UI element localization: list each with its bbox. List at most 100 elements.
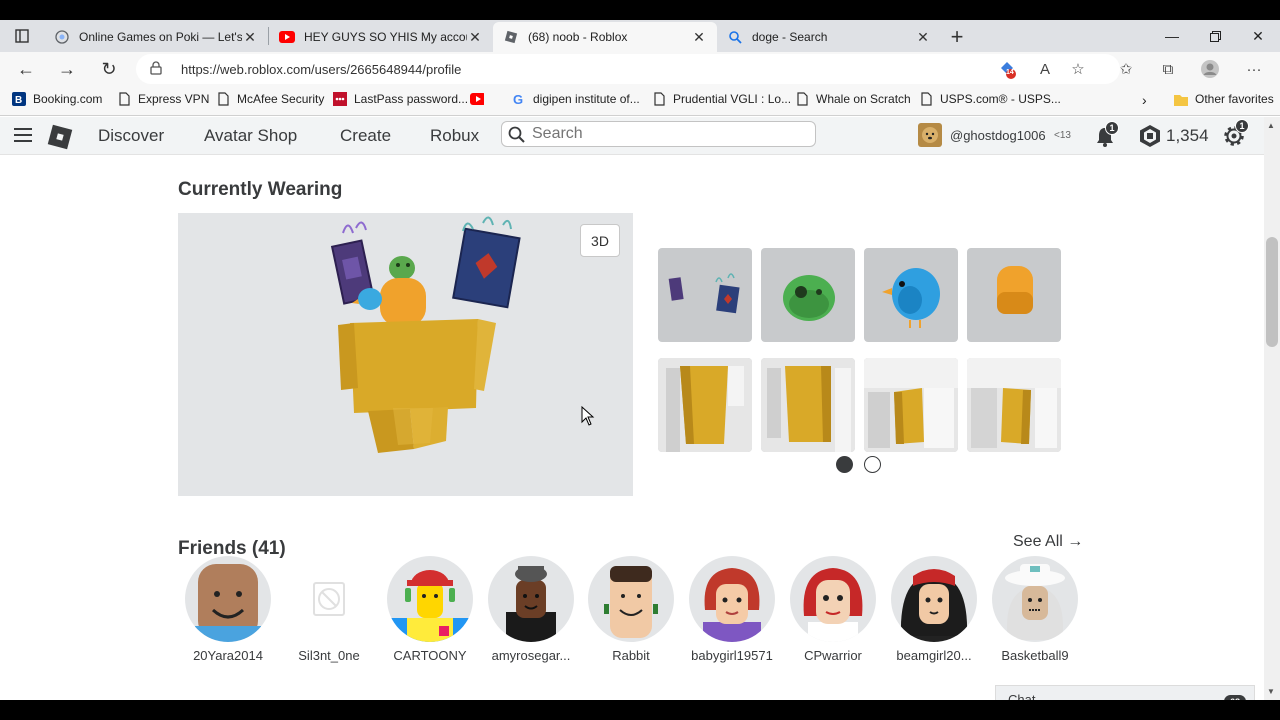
favorite-item[interactable]: Prudential VGLI : Lo... bbox=[652, 92, 791, 106]
view-3d-button[interactable]: 3D bbox=[580, 224, 620, 257]
friend-card[interactable]: CPwarrior bbox=[783, 556, 883, 663]
friend-card[interactable]: babygirl19571 bbox=[682, 556, 782, 663]
friend-card[interactable]: beamgirl20... bbox=[884, 556, 984, 663]
item-thumbnail[interactable] bbox=[967, 358, 1061, 452]
browser-window: Online Games on Poki — Let's p ✕ HEY GUY… bbox=[0, 20, 1280, 700]
close-icon[interactable]: ✕ bbox=[691, 29, 707, 46]
hamburger-menu-icon[interactable] bbox=[14, 127, 32, 148]
favorite-item[interactable]: LastPass password... bbox=[333, 92, 468, 106]
friend-avatar[interactable] bbox=[588, 556, 674, 642]
friend-name[interactable]: amyrosegar... bbox=[481, 648, 581, 663]
forward-icon[interactable]: → bbox=[53, 56, 81, 82]
scroll-down-icon[interactable]: ▼ bbox=[1267, 687, 1275, 696]
tab-roblox[interactable]: (68) noob - Roblox ✕ bbox=[493, 22, 717, 52]
friend-card[interactable]: 20Yara2014 bbox=[178, 556, 278, 663]
address-bar[interactable]: https://web.roblox.com/users/2665648944/… bbox=[136, 54, 1120, 84]
favorite-item[interactable]: USPS.com® - USPS... bbox=[919, 92, 1061, 106]
chevron-right-icon[interactable]: › bbox=[1142, 92, 1147, 108]
item-thumbnail[interactable] bbox=[864, 358, 958, 452]
robux-balance[interactable]: 1,354 bbox=[1166, 126, 1209, 146]
address-bar-row: ← → ↻ https://web.roblox.com/users/26656… bbox=[0, 52, 1280, 86]
robux-icon[interactable] bbox=[1138, 124, 1162, 153]
refresh-icon[interactable]: ↻ bbox=[95, 56, 123, 82]
notifications-bell-icon[interactable]: 1 bbox=[1094, 121, 1119, 153]
friend-card[interactable]: Sil3nt_0ne bbox=[279, 556, 379, 663]
more-icon[interactable]: ··· bbox=[1242, 58, 1266, 80]
username[interactable]: @ghostdog1006 bbox=[950, 128, 1046, 143]
scrollbar-thumb[interactable] bbox=[1266, 237, 1278, 347]
nav-robux[interactable]: Robux bbox=[430, 126, 479, 146]
roblox-logo-icon[interactable] bbox=[46, 123, 74, 156]
favorite-item[interactable]: McAfee Security bbox=[216, 92, 324, 106]
scrollbar[interactable]: ▲ ▼ bbox=[1264, 117, 1280, 700]
nav-avatar-shop[interactable]: Avatar Shop bbox=[204, 126, 297, 146]
lock-icon[interactable] bbox=[150, 61, 162, 80]
svg-text:B: B bbox=[15, 95, 22, 106]
tab-actions-icon[interactable] bbox=[0, 20, 44, 52]
item-thumbnail[interactable] bbox=[658, 248, 752, 342]
friend-avatar[interactable] bbox=[891, 556, 977, 642]
settings-gear-icon[interactable]: 1 bbox=[1222, 119, 1249, 153]
favorite-item[interactable]: Whale on Scratch bbox=[795, 92, 911, 106]
chat-bar[interactable]: Chat 68 bbox=[995, 685, 1255, 700]
friend-avatar[interactable] bbox=[790, 556, 876, 642]
extension-icon[interactable]: 14 bbox=[995, 58, 1019, 80]
tab-youtube[interactable]: HEY GUYS SO YHIS My account i ✕ bbox=[269, 22, 493, 52]
close-window-icon[interactable]: ✕ bbox=[1236, 20, 1280, 52]
nav-create[interactable]: Create bbox=[340, 126, 391, 146]
item-thumbnail[interactable] bbox=[967, 248, 1061, 342]
avatar-viewer[interactable]: 3D bbox=[178, 213, 633, 496]
tab-poki[interactable]: Online Games on Poki — Let's p ✕ bbox=[44, 22, 268, 52]
favorites-icon[interactable]: ✩ bbox=[1114, 58, 1138, 80]
friend-avatar[interactable] bbox=[286, 556, 372, 642]
friend-card[interactable]: Rabbit bbox=[581, 556, 681, 663]
profile-icon[interactable] bbox=[1198, 58, 1222, 80]
see-all-link[interactable]: See All → bbox=[1013, 533, 1083, 551]
favorite-item[interactable]: B Booking.com bbox=[12, 92, 102, 106]
youtube-icon bbox=[279, 29, 295, 45]
other-favorites[interactable]: Other favorites bbox=[1174, 92, 1274, 106]
back-icon[interactable]: ← bbox=[12, 56, 40, 82]
item-thumbnail[interactable] bbox=[761, 358, 855, 452]
friend-name[interactable]: Sil3nt_0ne bbox=[279, 648, 379, 663]
friend-card[interactable]: amyrosegar... bbox=[481, 556, 581, 663]
search-input[interactable] bbox=[532, 125, 802, 143]
favorite-item[interactable] bbox=[470, 92, 491, 106]
friend-card[interactable]: CARTOONY bbox=[380, 556, 480, 663]
friend-name[interactable]: CARTOONY bbox=[380, 648, 480, 663]
friend-card[interactable]: Basketball9 bbox=[985, 556, 1085, 663]
close-icon[interactable]: ✕ bbox=[915, 29, 931, 46]
minimize-icon[interactable]: — bbox=[1150, 20, 1194, 52]
friend-avatar[interactable] bbox=[689, 556, 775, 642]
favorite-item[interactable]: Express VPN bbox=[117, 92, 209, 106]
restore-icon[interactable] bbox=[1193, 20, 1237, 52]
favorite-label: LastPass password... bbox=[354, 92, 469, 106]
friend-name[interactable]: babygirl19571 bbox=[682, 648, 782, 663]
tab-bing[interactable]: doge - Search ✕ bbox=[717, 22, 941, 52]
friend-name[interactable]: beamgirl20... bbox=[884, 648, 984, 663]
carousel-dot-active[interactable] bbox=[836, 456, 853, 473]
friend-avatar[interactable] bbox=[488, 556, 574, 642]
collections-icon[interactable]: ⧉ bbox=[1156, 58, 1180, 80]
user-avatar[interactable] bbox=[918, 123, 942, 147]
close-icon[interactable]: ✕ bbox=[242, 29, 258, 46]
friend-name[interactable]: Basketball9 bbox=[985, 648, 1085, 663]
item-thumbnail[interactable] bbox=[864, 248, 958, 342]
item-thumbnail[interactable] bbox=[658, 358, 752, 452]
close-icon[interactable]: ✕ bbox=[467, 29, 483, 46]
item-thumbnail[interactable] bbox=[761, 248, 855, 342]
scroll-up-icon[interactable]: ▲ bbox=[1267, 121, 1275, 130]
friend-avatar[interactable] bbox=[387, 556, 473, 642]
add-favorite-icon[interactable]: ☆ bbox=[1066, 58, 1090, 80]
friend-name[interactable]: CPwarrior bbox=[783, 648, 883, 663]
friend-avatar[interactable] bbox=[185, 556, 271, 642]
read-aloud-icon[interactable]: A bbox=[1033, 58, 1057, 80]
nav-discover[interactable]: Discover bbox=[98, 126, 164, 146]
search-box[interactable] bbox=[501, 121, 816, 147]
friend-name[interactable]: 20Yara2014 bbox=[178, 648, 278, 663]
friend-avatar[interactable] bbox=[992, 556, 1078, 642]
favorite-item[interactable]: G digipen institute of... bbox=[512, 92, 640, 106]
friend-name[interactable]: Rabbit bbox=[581, 648, 681, 663]
new-tab-button[interactable]: + bbox=[941, 22, 973, 52]
carousel-dot[interactable] bbox=[864, 456, 881, 473]
